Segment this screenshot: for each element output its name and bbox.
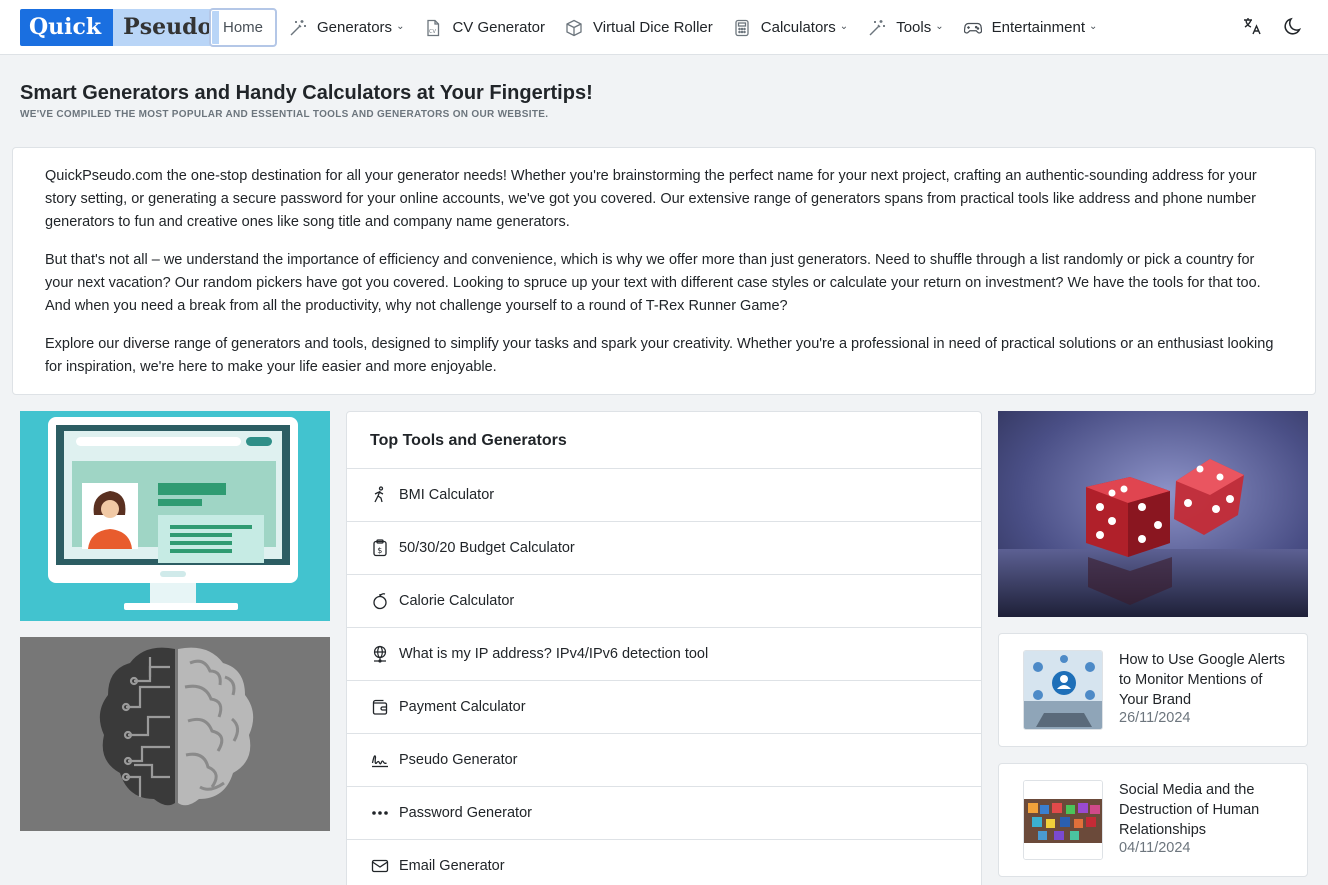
post-thumbnail (1023, 780, 1103, 860)
post-title: How to Use Google Alerts to Monitor Ment… (1119, 652, 1286, 708)
nav-calculators[interactable]: Calculators ⌄ (723, 8, 858, 47)
tool-link-ip-address[interactable]: What is my IP address? IPv4/IPv6 detecti… (347, 628, 981, 681)
top-tools-title: Top Tools and Generators (347, 412, 981, 469)
chevron-down-icon: ⌄ (935, 21, 944, 32)
nav-generators-label: Generators (317, 19, 393, 36)
translate-icon[interactable] (1242, 16, 1262, 36)
nav-cv-label: CV Generator (452, 19, 545, 36)
dots-icon (371, 804, 389, 822)
moon-icon[interactable] (1284, 16, 1304, 36)
post-thumbnail (1023, 650, 1103, 730)
tool-label: BMI Calculator (399, 487, 495, 503)
nav-dice-label: Virtual Dice Roller (593, 19, 713, 36)
tool-label: Email Generator (399, 858, 505, 874)
person-walking-icon (371, 486, 389, 504)
tool-label: Calorie Calculator (399, 593, 515, 609)
site-logo[interactable]: Quick Pseudo (20, 9, 220, 46)
tool-label: 50/30/20 Budget Calculator (399, 540, 575, 556)
navbar: Quick Pseudo Home Generators ⌄ CV CV Gen… (0, 0, 1328, 55)
signature-icon (371, 751, 389, 769)
main-nav: Home Generators ⌄ CV CV Generator Virtua… (209, 8, 1107, 47)
budget-receipt-icon: $ (371, 539, 389, 557)
page-subtitle: We've compiled the most popular and esse… (20, 109, 549, 120)
page-title: Smart Generators and Handy Calculators a… (20, 82, 593, 104)
tool-link-email-generator[interactable]: Email Generator (347, 840, 981, 885)
nav-home-label: Home (223, 19, 264, 36)
cv-monitor-illustration[interactable] (20, 411, 330, 621)
magic-wand-icon (289, 19, 307, 37)
intro-paragraph: Explore our diverse range of generators … (45, 336, 1274, 375)
envelope-icon (371, 857, 389, 875)
post-date: 26/11/2024 (1119, 710, 1191, 726)
tool-link-pseudo-generator[interactable]: Pseudo Generator (347, 734, 981, 787)
top-tools-card: Top Tools and Generators BMI Calculator … (346, 411, 982, 885)
tool-label: Password Generator (399, 805, 532, 821)
nav-home[interactable]: Home (209, 8, 278, 47)
tool-link-bmi-calculator[interactable]: BMI Calculator (347, 469, 981, 522)
dice-photo[interactable] (998, 411, 1308, 617)
nav-dice-roller[interactable]: Virtual Dice Roller (555, 8, 723, 47)
tool-label: Pseudo Generator (399, 752, 518, 768)
tool-link-budget-calculator[interactable]: $ 50/30/20 Budget Calculator (347, 522, 981, 575)
blog-post-card[interactable]: How to Use Google Alerts to Monitor Ment… (998, 633, 1308, 747)
chevron-down-icon: ⌄ (839, 21, 849, 32)
chevron-down-icon: ⌄ (396, 21, 405, 32)
tool-label: What is my IP address? IPv4/IPv6 detecti… (399, 646, 709, 662)
logo-quick: Quick (20, 9, 114, 46)
post-title: Social Media and the Destruction of Huma… (1119, 782, 1260, 838)
svg-text:$: $ (377, 546, 382, 555)
cube-icon (565, 19, 583, 37)
svg-text:CV: CV (429, 29, 436, 35)
calculator-icon (733, 19, 751, 37)
wallet-icon (371, 698, 389, 716)
tool-link-password-generator[interactable]: Password Generator (347, 787, 981, 840)
tool-label: Payment Calculator (399, 699, 526, 715)
nav-tools-label: Tools (896, 19, 932, 36)
cv-file-icon: CV (424, 19, 442, 37)
post-date: 04/11/2024 (1119, 840, 1191, 856)
intro-paragraph: QuickPseudo.com the one-stop destination… (45, 168, 1257, 230)
nav-tools[interactable]: Tools ⌄ (858, 8, 953, 47)
nav-calculators-label: Calculators (760, 19, 836, 36)
logo-pseudo: Pseudo (113, 9, 220, 46)
tool-link-calorie-calculator[interactable]: Calorie Calculator (347, 575, 981, 628)
intro-paragraph: But that's not all – we understand the i… (45, 252, 1261, 314)
nav-entertainment[interactable]: Entertainment ⌄ (954, 8, 1108, 47)
chevron-down-icon: ⌄ (1089, 21, 1098, 32)
globe-network-icon (371, 645, 389, 663)
apple-icon (371, 592, 389, 610)
tool-link-payment-calculator[interactable]: Payment Calculator (347, 681, 981, 734)
magic-wand-icon (868, 19, 886, 37)
nav-generators[interactable]: Generators ⌄ (279, 8, 414, 47)
intro-card: QuickPseudo.com the one-stop destination… (12, 147, 1316, 395)
gamepad-icon (963, 19, 982, 37)
brain-illustration[interactable] (20, 637, 330, 831)
blog-post-card[interactable]: Social Media and the Destruction of Huma… (998, 763, 1308, 877)
nav-cv-generator[interactable]: CV CV Generator (414, 8, 555, 47)
nav-actions (1242, 16, 1304, 36)
nav-entertainment-label: Entertainment (991, 19, 1085, 36)
